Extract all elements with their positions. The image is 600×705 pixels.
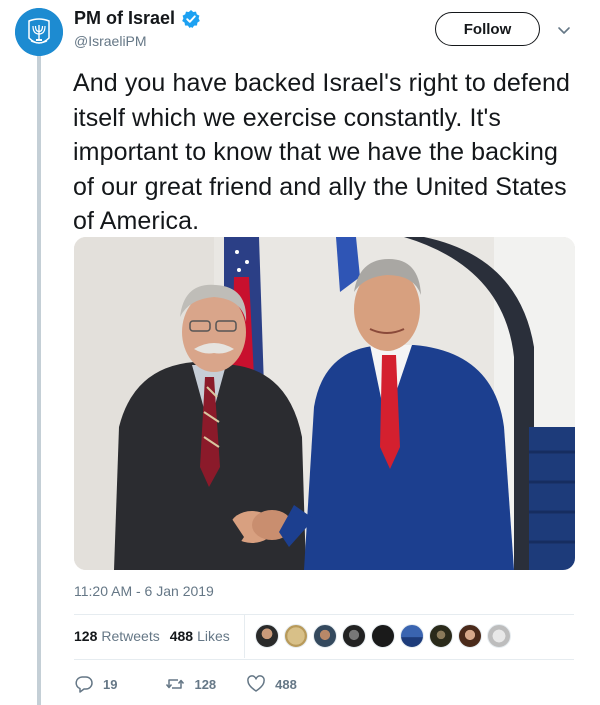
tweet-text: And you have backed Israel's right to de… bbox=[73, 69, 570, 235]
liker-avatar[interactable] bbox=[371, 624, 395, 648]
tweet-timestamp[interactable]: 11:20 AM - 6 Jan 2019 bbox=[74, 583, 214, 599]
reply-count: 19 bbox=[103, 676, 118, 692]
follow-button[interactable]: Follow bbox=[435, 12, 540, 46]
author-name-row[interactable]: PM of Israel bbox=[74, 8, 201, 29]
divider-top bbox=[74, 614, 574, 615]
liker-avatar[interactable] bbox=[313, 624, 337, 648]
author-name[interactable]: PM of Israel bbox=[74, 8, 175, 29]
stats-separator bbox=[244, 614, 245, 658]
liker-avatar[interactable] bbox=[400, 624, 424, 648]
likes-label[interactable]: Likes bbox=[197, 628, 230, 644]
heart-icon bbox=[247, 675, 265, 692]
likes-count[interactable]: 488 bbox=[170, 628, 193, 644]
liker-avatar[interactable] bbox=[284, 624, 308, 648]
retweet-count: 128 bbox=[194, 676, 217, 692]
like-button[interactable]: 488 bbox=[246, 674, 297, 694]
liker-avatars bbox=[255, 624, 516, 648]
thread-line bbox=[37, 50, 41, 705]
retweets-count[interactable]: 128 bbox=[74, 628, 97, 644]
liker-avatar[interactable] bbox=[342, 624, 366, 648]
retweet-button[interactable]: 128 bbox=[165, 674, 216, 694]
author-handle[interactable]: @IsraeliPM bbox=[74, 33, 147, 49]
reply-icon bbox=[75, 676, 93, 693]
reply-button[interactable]: 19 bbox=[74, 674, 117, 694]
liker-avatar[interactable] bbox=[255, 624, 279, 648]
israel-emblem-icon bbox=[15, 8, 63, 56]
retweet-icon bbox=[166, 679, 185, 689]
divider-bottom bbox=[74, 659, 574, 660]
tweet-actions: 19 128 488 bbox=[74, 672, 327, 696]
photo-two-men-handshake bbox=[74, 237, 575, 570]
liker-avatar[interactable] bbox=[458, 624, 482, 648]
liker-avatar[interactable] bbox=[429, 624, 453, 648]
verified-badge-icon bbox=[181, 9, 201, 29]
engagement-stats: 128 Retweets 488 Likes bbox=[74, 621, 240, 651]
chevron-down-icon[interactable] bbox=[556, 22, 572, 38]
like-count: 488 bbox=[275, 676, 297, 692]
tweet-photo[interactable] bbox=[74, 237, 575, 570]
retweets-label[interactable]: Retweets bbox=[101, 628, 159, 644]
avatar[interactable] bbox=[15, 8, 63, 56]
liker-avatar[interactable] bbox=[487, 624, 511, 648]
